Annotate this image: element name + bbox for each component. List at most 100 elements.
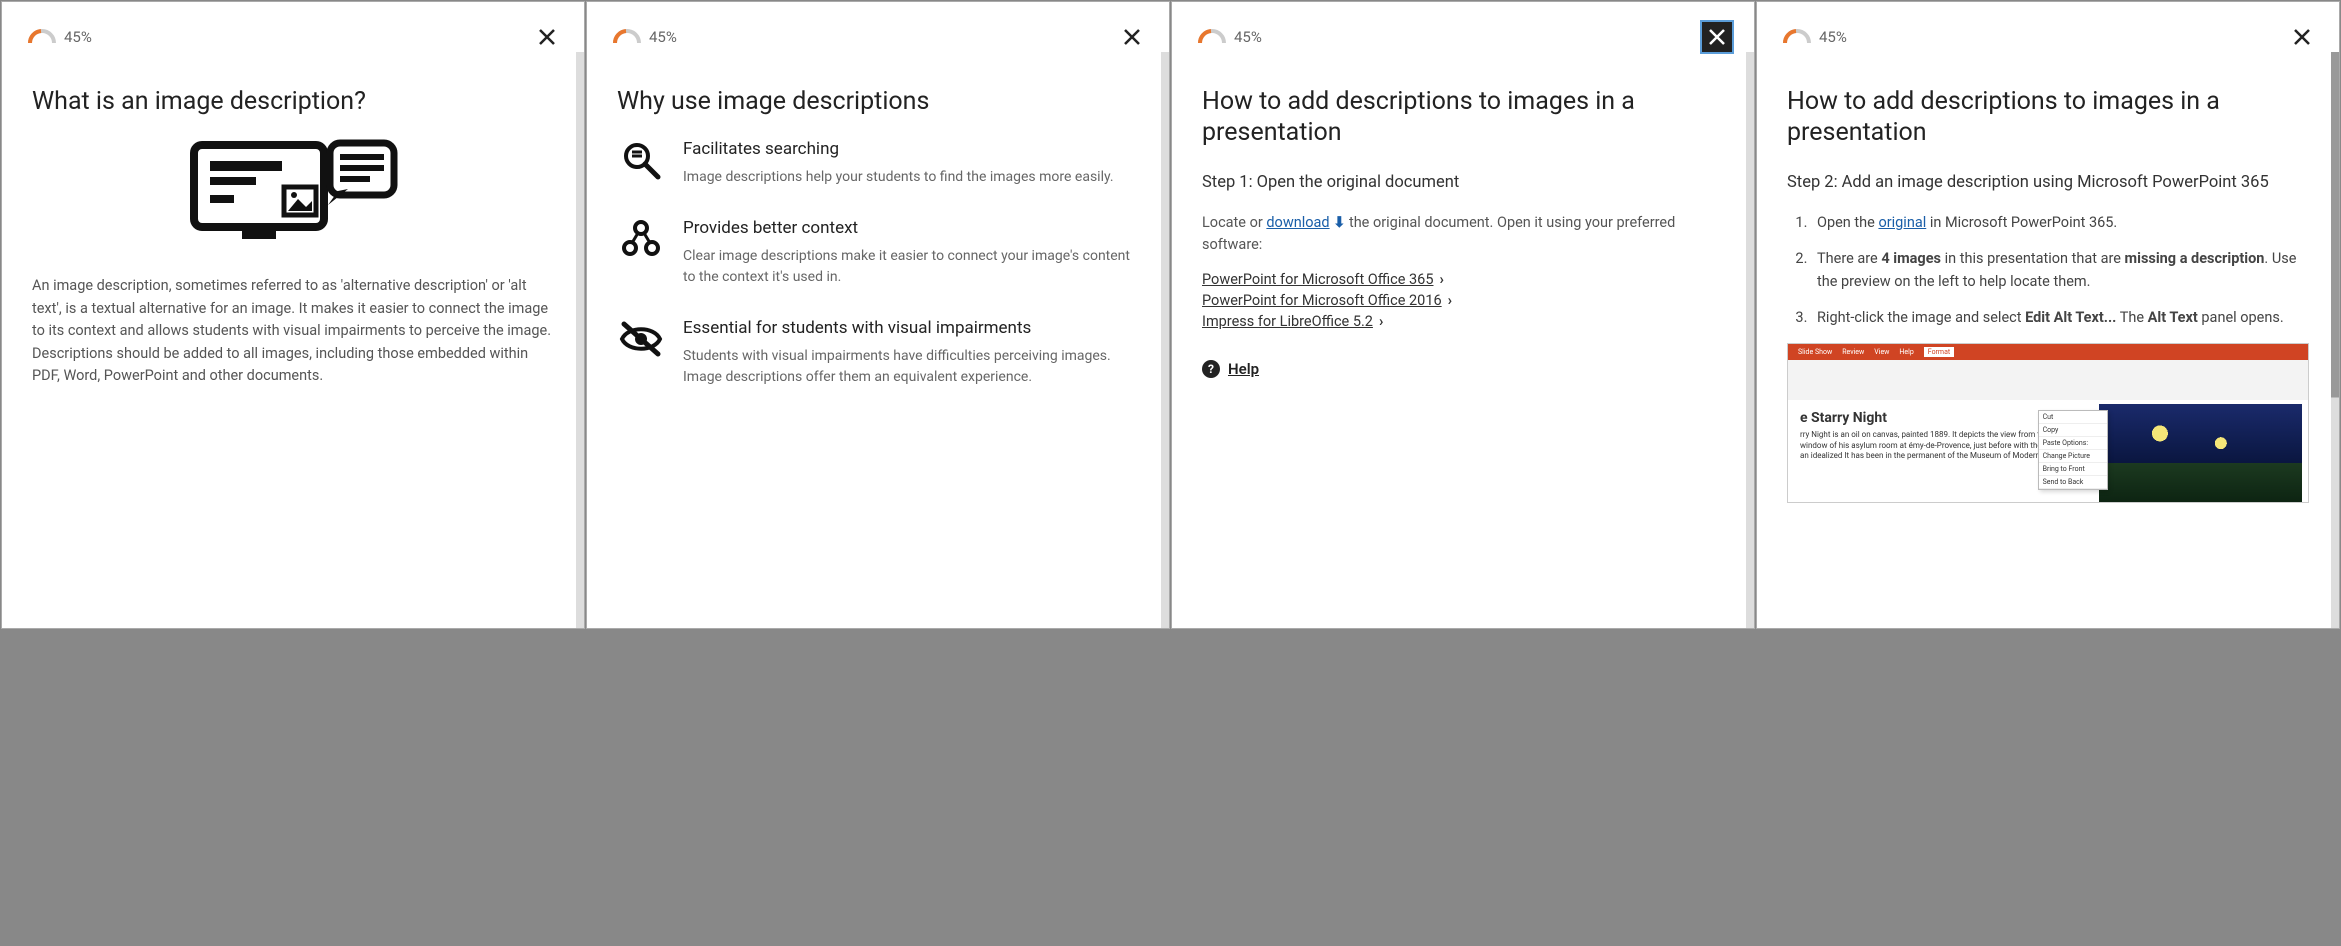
panel-body: What is an image description? <box>2 62 584 628</box>
software-list: PowerPoint for Microsoft Office 365 › Pow… <box>1202 271 1724 330</box>
scrollbar-track[interactable] <box>2331 52 2339 628</box>
bold-text: Edit Alt Text... <box>2025 309 2116 326</box>
magnifier-icon <box>617 139 665 188</box>
score-gauge: 45% <box>613 28 677 46</box>
step-sentence: Locate or download ⬇ the original docume… <box>1202 212 1724 257</box>
text: Locate or <box>1202 214 1266 231</box>
scrollbar-track[interactable] <box>1746 52 1754 628</box>
software-item[interactable]: Impress for LibreOffice 5.2 › <box>1202 313 1724 330</box>
gauge-icon <box>1783 29 1811 45</box>
close-icon <box>1707 27 1727 47</box>
text: panel opens. <box>2198 309 2284 326</box>
panel-header: 45% <box>1757 2 2339 62</box>
software-link[interactable]: Impress for LibreOffice 5.2 <box>1202 313 1373 330</box>
tab: Help <box>1899 348 1913 356</box>
feature-heading: Essential for students with visual impai… <box>683 318 1139 338</box>
close-button[interactable] <box>2285 20 2319 54</box>
menu-item: Change Picture <box>2039 450 2107 463</box>
panel-body: How to add descriptions to images in a p… <box>1757 62 2339 628</box>
feature-context: Provides better context Clear image desc… <box>617 218 1139 288</box>
gauge-percent: 45% <box>64 28 92 46</box>
bold-text: 4 images <box>1881 250 1941 267</box>
close-button[interactable] <box>1115 20 1149 54</box>
menu-item: Cut <box>2039 411 2107 424</box>
feature-searching: Facilitates searching Image descriptions… <box>617 139 1139 188</box>
panel-description: An image description, sometimes referred… <box>32 275 554 387</box>
step-label: Step 1: Open the original document <box>1202 171 1724 194</box>
text: The <box>2116 309 2147 326</box>
gauge-icon <box>28 29 56 45</box>
ribbon-tabs: Slide Show Review View Help Format <box>1788 344 2308 360</box>
software-item[interactable]: PowerPoint for Microsoft Office 365 › <box>1202 271 1724 288</box>
panel-title: How to add descriptions to images in a p… <box>1787 86 2309 149</box>
scrollbar-track[interactable] <box>1161 52 1169 628</box>
chevron-right-icon: › <box>1439 271 1443 288</box>
original-link[interactable]: original <box>1878 214 1926 231</box>
software-link[interactable]: PowerPoint for Microsoft Office 2016 <box>1202 292 1442 309</box>
text: Right-click the image and select <box>1817 309 2025 326</box>
feature-heading: Facilitates searching <box>683 139 1114 159</box>
feature-visual-impairment: Essential for students with visual impai… <box>617 318 1139 388</box>
help-row: ? Help <box>1202 360 1724 378</box>
close-icon <box>2292 27 2312 47</box>
bold-text: missing a description <box>2125 250 2265 267</box>
chevron-right-icon: › <box>1448 292 1452 309</box>
close-button[interactable] <box>1700 20 1734 54</box>
instruction-item: Open the original in Microsoft PowerPoin… <box>1811 212 2309 234</box>
software-item[interactable]: PowerPoint for Microsoft Office 2016 › <box>1202 292 1724 309</box>
panel-why-use: 45% Why use image descriptions Facilitat… <box>586 1 1170 629</box>
gauge-icon <box>613 29 641 45</box>
panel-how-to-step2: 45% How to add descriptions to images in… <box>1756 1 2340 629</box>
gauge-percent: 45% <box>1234 28 1262 46</box>
tab: Slide Show <box>1798 348 1832 356</box>
tab: Review <box>1842 348 1864 356</box>
panel-body: How to add descriptions to images in a p… <box>1172 62 1754 628</box>
software-link[interactable]: PowerPoint for Microsoft Office 365 <box>1202 271 1433 288</box>
step-label: Step 2: Add an image description using M… <box>1787 171 2309 194</box>
hero-illustration <box>32 139 554 249</box>
score-gauge: 45% <box>1783 28 1847 46</box>
image-with-speech-icon <box>188 139 398 249</box>
feature-heading: Provides better context <box>683 218 1139 238</box>
panel-title: How to add descriptions to images in a p… <box>1202 86 1724 149</box>
download-link[interactable]: download <box>1266 214 1329 231</box>
instruction-list: Open the original in Microsoft PowerPoin… <box>1787 212 2309 330</box>
instruction-item: There are 4 images in this presentation … <box>1811 248 2309 293</box>
bold-text: Alt Text <box>2148 309 2198 326</box>
menu-item: Bring to Front <box>2039 463 2107 476</box>
download-icon[interactable]: ⬇ <box>1333 214 1345 231</box>
text: in this presentation that are <box>1941 250 2125 267</box>
context-menu: Cut Copy Paste Options: Change Picture B… <box>2038 410 2108 490</box>
panel-what-is: 45% What is an image description? <box>1 1 585 629</box>
menu-item: Paste Options: <box>2039 437 2107 450</box>
chevron-right-icon: › <box>1379 313 1383 330</box>
eye-off-icon <box>617 318 665 388</box>
close-button[interactable] <box>530 20 564 54</box>
feature-text: Image descriptions help your students to… <box>683 167 1114 188</box>
gauge-icon <box>1198 29 1226 45</box>
text: Open the <box>1817 214 1878 231</box>
cluster-icon <box>617 218 665 288</box>
panel-body: Why use image descriptions Facilitates s… <box>587 62 1169 628</box>
score-gauge: 45% <box>28 28 92 46</box>
gauge-percent: 45% <box>1819 28 1847 46</box>
help-icon: ? <box>1202 360 1220 378</box>
text: There are <box>1817 250 1881 267</box>
panel-how-to-step1: 45% How to add descriptions to images in… <box>1171 1 1755 629</box>
gauge-percent: 45% <box>649 28 677 46</box>
text: in Microsoft PowerPoint 365. <box>1926 214 2117 231</box>
menu-item: Send to Back <box>2039 476 2107 489</box>
panel-header: 45% <box>587 2 1169 62</box>
help-link[interactable]: Help <box>1228 360 1259 378</box>
close-icon <box>1122 27 1142 47</box>
tab: View <box>1874 348 1889 356</box>
close-icon <box>537 27 557 47</box>
feature-text: Students with visual impairments have di… <box>683 346 1139 388</box>
tab: Format <box>1924 347 1954 357</box>
feature-text: Clear image descriptions make it easier … <box>683 246 1139 288</box>
scrollbar-track[interactable] <box>576 52 584 628</box>
slide-image <box>2099 404 2302 502</box>
instruction-item: Right-click the image and select Edit Al… <box>1811 307 2309 329</box>
powerpoint-screenshot: Slide Show Review View Help Format e Sta… <box>1787 343 2309 503</box>
panel-title: Why use image descriptions <box>617 86 1139 117</box>
